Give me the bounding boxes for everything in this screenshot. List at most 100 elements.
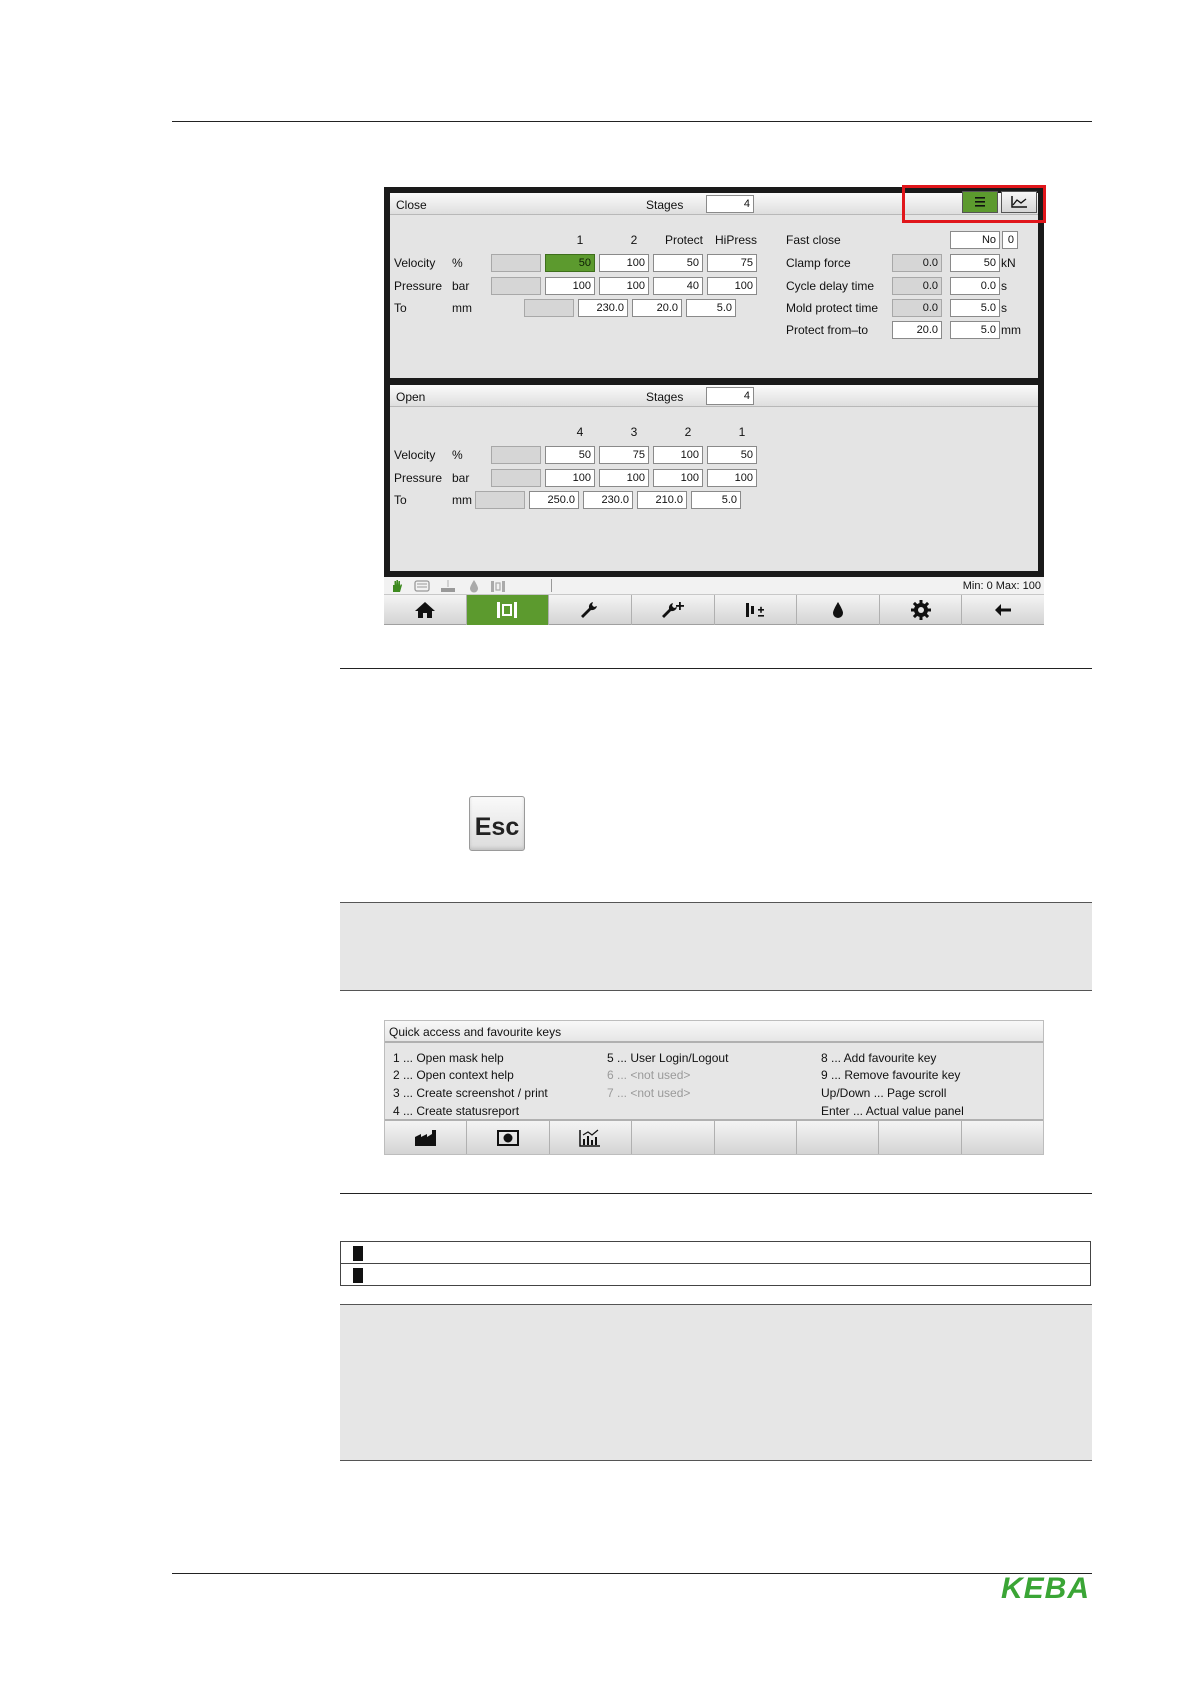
protect-to-field[interactable]: 5.0: [950, 321, 1000, 339]
close-col-2: 2: [630, 233, 638, 247]
open-pressure-actual: [491, 469, 541, 487]
cycle-delay-field[interactable]: 0.0: [950, 277, 1000, 295]
hand-icon: [393, 580, 402, 592]
nav-home-button[interactable]: [384, 595, 467, 625]
row-marker: [353, 1246, 363, 1261]
close-col-hipress: HiPress: [714, 233, 757, 247]
fast-close-num[interactable]: 0: [1002, 231, 1018, 249]
keba-logo-mark: KEBA: [1001, 1572, 1089, 1605]
open-velocity-3[interactable]: 75: [599, 446, 649, 464]
mold-icon: [497, 602, 518, 618]
factory-icon: [414, 1129, 436, 1146]
wrench-icon: [581, 602, 598, 618]
esc-key[interactable]: Esc: [469, 796, 525, 851]
qa-empty-key-6[interactable]: [797, 1121, 880, 1154]
open-velocity-actual: [491, 446, 541, 464]
close-velocity-actual: [491, 254, 541, 272]
clamp-force-field[interactable]: 50: [950, 254, 1000, 272]
protect-from-to-label: Protect from–to: [786, 323, 869, 337]
qa-empty-key-7[interactable]: [879, 1121, 962, 1154]
close-pressure-1[interactable]: 100: [545, 277, 595, 295]
nav-temperature-button[interactable]: [797, 595, 880, 625]
close-to-protect[interactable]: 5.0: [686, 299, 736, 317]
graph-view-button[interactable]: [1001, 191, 1037, 213]
protect-from-field[interactable]: 20.0: [892, 321, 942, 339]
open-velocity-2[interactable]: 100: [653, 446, 703, 464]
injection-icon: [746, 603, 765, 617]
open-pressure-1[interactable]: 100: [707, 469, 757, 487]
mold-status-icon: [491, 581, 505, 592]
nav-injection-button[interactable]: [715, 595, 798, 625]
open-pressure-unit: bar: [452, 471, 470, 485]
close-to-actual: [524, 299, 574, 317]
close-stages-field[interactable]: 4: [706, 195, 754, 213]
open-to-2[interactable]: 210.0: [637, 491, 687, 509]
close-velocity-1[interactable]: 50: [545, 254, 595, 272]
close-title: Close: [396, 198, 427, 212]
close-pressure-protect[interactable]: 40: [653, 277, 703, 295]
open-to-actual: [475, 491, 525, 509]
qa-empty-key-8[interactable]: [962, 1121, 1043, 1154]
mold-protect-actual: 0.0: [892, 299, 942, 317]
open-velocity-4[interactable]: 50: [545, 446, 595, 464]
status-divider: [551, 579, 552, 592]
nav-service-button[interactable]: [632, 595, 715, 625]
open-to-3[interactable]: 230.0: [583, 491, 633, 509]
view-toggle-group: [962, 191, 1037, 213]
nav-mold-button[interactable]: [466, 595, 550, 625]
close-pressure-2[interactable]: 100: [599, 277, 649, 295]
fast-close-field[interactable]: No: [950, 231, 1000, 249]
qa-key-3: 3 ... Create screenshot / print: [393, 1086, 548, 1100]
open-to-unit: mm: [452, 493, 472, 507]
qa-statusreport-button[interactable]: [550, 1121, 633, 1154]
open-col-3: 3: [630, 425, 638, 439]
oil-drop-icon: [470, 580, 478, 593]
temperature-icon: [441, 580, 455, 592]
open-pressure-4[interactable]: 100: [545, 469, 595, 487]
qa-empty-key-4[interactable]: [632, 1121, 715, 1154]
nav-settings-button[interactable]: [880, 595, 963, 625]
open-panel-title-bar: Open Stages 4: [390, 385, 1038, 407]
quick-access-nav-bar: [385, 1119, 1043, 1154]
close-to-2[interactable]: 20.0: [632, 299, 682, 317]
close-velocity-2[interactable]: 100: [599, 254, 649, 272]
machine-screen-open-close: Close Stages 4 1 2 Protect HiPress Veloc…: [384, 185, 1046, 631]
qa-empty-key-5[interactable]: [715, 1121, 797, 1154]
list-view-button[interactable]: [962, 191, 998, 213]
open-stages-field[interactable]: 4: [706, 387, 754, 405]
close-velocity-protect[interactable]: 50: [653, 254, 703, 272]
open-pressure-label: Pressure: [394, 471, 443, 485]
nav-setup-button[interactable]: [549, 595, 632, 625]
close-pressure-hipress[interactable]: 100: [707, 277, 757, 295]
quick-access-title-bar: Quick access and favourite keys: [385, 1021, 1043, 1043]
open-col-4: 4: [576, 425, 584, 439]
close-velocity-hipress[interactable]: 75: [707, 254, 757, 272]
qa-key-6: 6 ... <not used>: [607, 1068, 691, 1082]
close-to-1[interactable]: 230.0: [578, 299, 628, 317]
list-icon: [975, 197, 985, 207]
table-row: [340, 1241, 1091, 1264]
graph-icon: [1011, 196, 1027, 208]
mold-protect-field[interactable]: 5.0: [950, 299, 1000, 317]
quick-access-title: Quick access and favourite keys: [389, 1025, 562, 1039]
clamp-force-unit: kN: [1001, 256, 1016, 270]
nav-back-button[interactable]: [962, 595, 1044, 625]
qa-screenshot-button[interactable]: [467, 1121, 550, 1154]
open-pressure-2[interactable]: 100: [653, 469, 703, 487]
open-panel: Open Stages 4 4 3 2 1 Velocity % 50 75 1…: [390, 385, 1038, 571]
open-to-4[interactable]: 250.0: [529, 491, 579, 509]
mold-protect-label: Mold protect time: [786, 301, 879, 315]
qa-key-7: 7 ... <not used>: [607, 1086, 691, 1100]
note-box-1: [340, 902, 1092, 991]
close-velocity-label: Velocity: [394, 256, 436, 270]
clamp-force-label: Clamp force: [786, 256, 851, 270]
qa-machine-button[interactable]: [385, 1121, 468, 1154]
status-bar: Min: 0 Max: 100: [384, 577, 1044, 595]
open-velocity-1[interactable]: 50: [707, 446, 757, 464]
open-pressure-3[interactable]: 100: [599, 469, 649, 487]
qa-key-2: 2 ... Open context help: [393, 1068, 514, 1082]
open-velocity-unit: %: [452, 448, 463, 462]
open-to-label: To: [394, 493, 407, 507]
mold-protect-unit: s: [1001, 301, 1007, 315]
open-to-1[interactable]: 5.0: [691, 491, 741, 509]
